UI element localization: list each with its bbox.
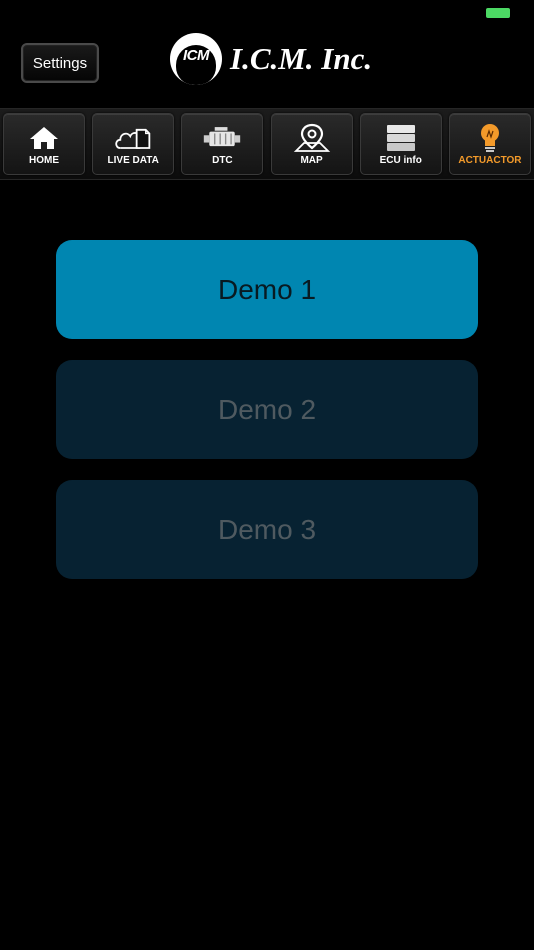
demo-3-button[interactable]: Demo 3 (56, 480, 478, 579)
main-toolbar: HOME LIVE DATA DTC MAP ECU info ACTUACTO… (0, 108, 534, 180)
app-screen: Settings ICM I.C.M. Inc. HOME LIVE DATA … (0, 0, 534, 950)
battery-icon (486, 8, 510, 18)
map-pin-icon (292, 123, 332, 153)
tab-live-data[interactable]: LIVE DATA (92, 113, 175, 175)
tab-map-label: MAP (300, 155, 323, 166)
tab-home-label: HOME (29, 155, 59, 166)
tab-ecu-info-label: ECU info (379, 155, 422, 166)
logo-badge-text: ICM (183, 47, 210, 64)
tab-actuactor-label: ACTUACTOR (458, 155, 522, 166)
tab-actuactor[interactable]: ACTUACTOR (448, 113, 531, 175)
cloud-document-icon (113, 123, 153, 153)
tab-map[interactable]: MAP (270, 113, 353, 175)
tab-dtc[interactable]: DTC (181, 113, 264, 175)
settings-button[interactable]: Settings (21, 43, 99, 83)
demo-1-button[interactable]: Demo 1 (56, 240, 478, 339)
tab-dtc-label: DTC (212, 155, 233, 166)
home-icon (24, 123, 64, 153)
lightbulb-icon (470, 123, 510, 153)
tab-live-data-label: LIVE DATA (107, 155, 159, 166)
tab-home[interactable]: HOME (3, 113, 85, 175)
logo-badge-icon: ICM (170, 33, 222, 85)
ecu-module-icon (381, 123, 421, 153)
logo-text: I.C.M. Inc. (230, 41, 373, 76)
engine-icon (202, 123, 242, 153)
demo-2-button[interactable]: Demo 2 (56, 360, 478, 459)
brand-logo: ICM I.C.M. Inc. (170, 33, 372, 85)
tab-ecu-info[interactable]: ECU info (359, 113, 442, 175)
